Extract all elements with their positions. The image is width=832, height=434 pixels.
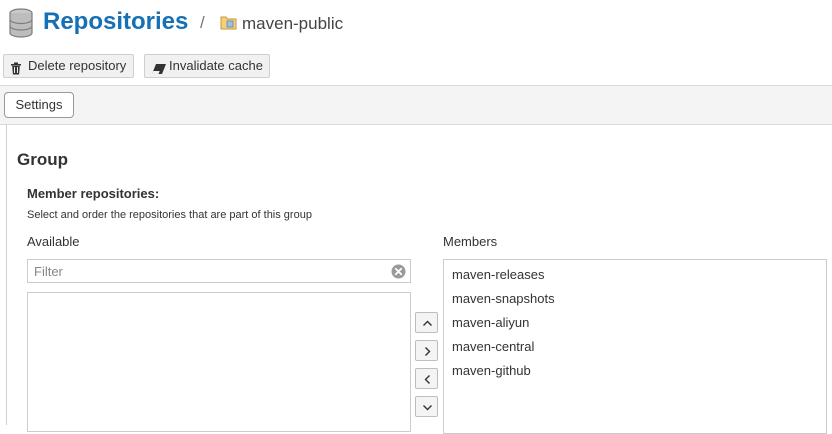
move-left-button[interactable]	[415, 368, 438, 389]
move-right-icon	[425, 347, 431, 356]
member-repositories-label: Member repositories:	[27, 186, 160, 201]
breadcrumb-repo-name: maven-public	[242, 14, 344, 33]
content-divider	[6, 125, 7, 425]
delete-repository-label: Delete repository	[28, 58, 127, 73]
members-label: Members	[443, 234, 498, 249]
member-repositories-help: Select and order the repositories that a…	[27, 209, 312, 221]
move-left-icon	[424, 375, 430, 384]
move-up-button[interactable]	[415, 312, 438, 333]
delete-repository-button[interactable]: Delete repository	[3, 54, 134, 78]
page-header: Repositories / maven-public	[0, 0, 832, 50]
database-icon	[8, 8, 34, 43]
list-item[interactable]: maven-aliyun	[444, 311, 826, 335]
move-up-icon	[423, 320, 432, 326]
breadcrumb-separator: /	[200, 13, 205, 32]
invalidate-cache-label: Invalidate cache	[169, 58, 263, 73]
tab-bar: Settings	[0, 85, 832, 125]
clear-filter-icon[interactable]	[391, 264, 406, 284]
available-label: Available	[27, 234, 80, 249]
folder-repo-icon	[220, 15, 237, 35]
move-right-button[interactable]	[415, 340, 438, 361]
toolbar: Delete repository Invalidate cache	[0, 54, 832, 80]
invalidate-cache-button[interactable]: Invalidate cache	[144, 54, 270, 78]
move-down-button[interactable]	[415, 396, 438, 417]
filter-input[interactable]	[28, 260, 384, 282]
available-list[interactable]	[27, 292, 411, 432]
members-list[interactable]: maven-releases maven-snapshots maven-ali…	[443, 259, 827, 434]
section-heading: Group	[17, 150, 68, 169]
tab-settings[interactable]: Settings	[4, 92, 74, 118]
list-item[interactable]: maven-github	[444, 359, 826, 383]
list-item[interactable]: maven-snapshots	[444, 287, 826, 311]
list-item[interactable]: maven-central	[444, 335, 826, 359]
eraser-icon	[151, 60, 167, 82]
move-down-icon	[423, 405, 432, 411]
list-item[interactable]: maven-releases	[444, 263, 826, 287]
page-title[interactable]: Repositories	[43, 8, 188, 36]
filter-field	[27, 259, 411, 283]
trash-icon	[10, 60, 22, 82]
